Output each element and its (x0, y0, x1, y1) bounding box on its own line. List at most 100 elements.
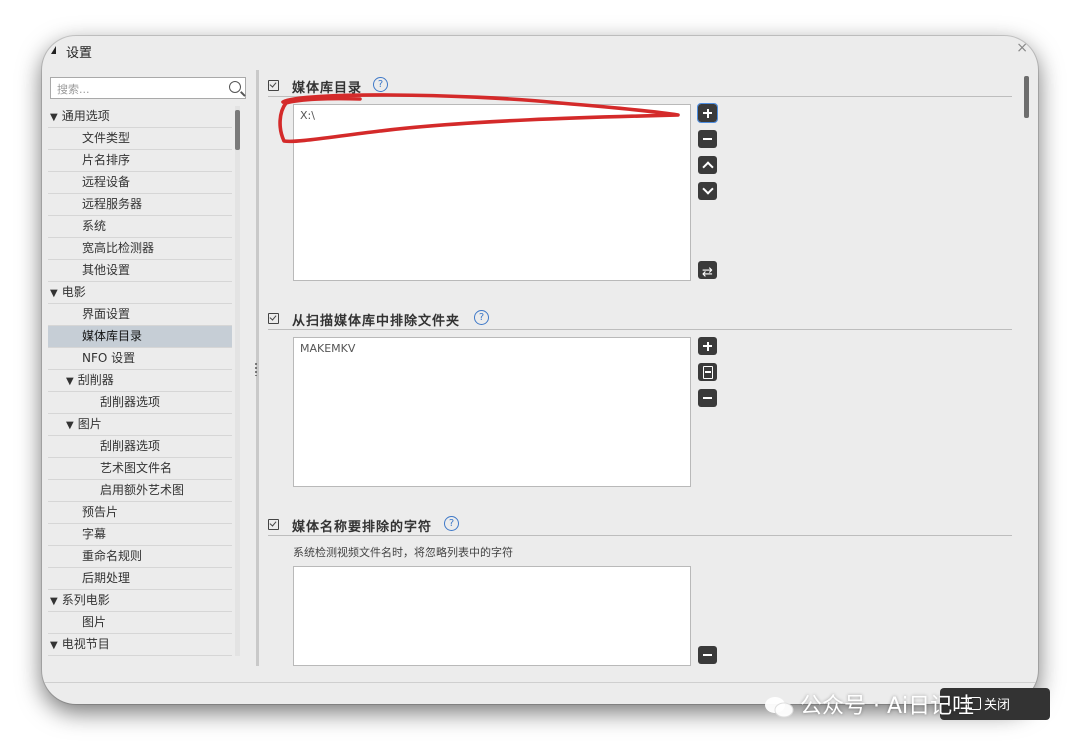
remove-char-button[interactable] (698, 646, 717, 664)
remove-folder-button[interactable] (698, 130, 717, 148)
tree-item[interactable]: 宽高比检测器 (48, 238, 232, 260)
tree-item[interactable]: 界面设置 (48, 304, 232, 326)
add-folder-button[interactable] (697, 103, 718, 123)
expand-triangle-icon[interactable]: ▼ (66, 376, 74, 387)
close-button-label: 关闭 (984, 698, 1011, 713)
wechat-icon (765, 697, 794, 718)
section-header-library: 媒体库目录 ? (268, 76, 1012, 97)
expand-triangle-icon[interactable]: ▼ (50, 288, 58, 299)
tree-item-label: 通用选项 (61, 109, 110, 123)
tree-item-label: 艺术图文件名 (100, 461, 173, 475)
tree-item-label: 系统 (82, 219, 107, 233)
chevron-up-icon (702, 161, 714, 173)
tree-item[interactable]: ▼ 通用选项 (48, 106, 232, 128)
tree-item-label: 启用额外艺术图 (100, 483, 185, 497)
window-title: 设置 (66, 46, 93, 61)
tree-item-label: 远程服务器 (82, 197, 143, 211)
tree-item-label: 字幕 (82, 527, 107, 541)
search-input[interactable] (51, 80, 223, 99)
tree-item-label: 远程设备 (82, 175, 131, 189)
help-icon[interactable]: ? (444, 516, 459, 531)
watermark-text: 公众号 · Ai日记哇 (800, 694, 975, 719)
window-menu-icon[interactable] (51, 46, 56, 54)
tree-item-label: 后期处理 (82, 571, 131, 585)
tree-item[interactable]: 刮削器选项 (48, 436, 232, 458)
expand-triangle-icon[interactable]: ▼ (50, 640, 58, 651)
tree-item[interactable]: 系统 (48, 216, 232, 238)
section-header-chars: 媒体名称要排除的字符 ? (268, 515, 1012, 536)
tree-scrollbar-track[interactable] (235, 106, 240, 656)
tree-item[interactable]: 字幕 (48, 524, 232, 546)
tree-item-label: 片名排序 (82, 153, 131, 167)
tree-item-label: 媒体库目录 (82, 329, 143, 343)
settings-tree: ▼ 通用选项 文件类型 片名排序 远程设备 远程服务器 系统 宽高比检测器 其他设置 ▼ 电影 界面设… (48, 106, 232, 656)
swap-button[interactable]: ⇄ (698, 261, 717, 280)
tree-item[interactable]: ▼ 图片 (48, 414, 232, 436)
tree-item[interactable]: 片名排序 (48, 150, 232, 172)
list-item[interactable]: MAKEMKV (294, 338, 690, 359)
tree-item-label: 重命名规则 (82, 549, 143, 563)
add-from-file-button[interactable] (698, 363, 717, 381)
tree-item-label: 系列电影 (61, 593, 110, 607)
tree-item-label: 刮削器 (77, 373, 114, 387)
tree-item[interactable]: 图片 (48, 612, 232, 634)
tree-item[interactable]: 预告片 (48, 502, 232, 524)
document-icon (703, 366, 713, 379)
splitter-grip-icon[interactable] (255, 362, 257, 376)
tree-item[interactable]: ▼ 刮削器 (48, 370, 232, 392)
section-toggle-checkbox[interactable] (268, 519, 279, 530)
expand-triangle-icon[interactable]: ▼ (50, 112, 58, 123)
section-description: 系统检测视频文件名时，将忽略列表中的字符 (293, 546, 513, 559)
tree-item-label: 其他设置 (82, 263, 131, 277)
tree-item-label: 文件类型 (82, 131, 131, 145)
tree-item[interactable]: 刮削器选项 (48, 392, 232, 414)
list-item[interactable]: X:\ (294, 105, 690, 126)
tree-item[interactable]: 艺术图文件名 (48, 458, 232, 480)
tree-item[interactable]: 文件类型 (48, 128, 232, 150)
move-down-button[interactable] (698, 182, 717, 200)
remove-exclude-button[interactable] (698, 389, 717, 407)
tree-item[interactable]: ▼ 电影 (48, 282, 232, 304)
section-toggle-checkbox[interactable] (268, 313, 279, 324)
tree-item[interactable]: 启用额外艺术图 (48, 480, 232, 502)
tree-item-label: 电影 (61, 285, 86, 299)
main-scrollbar-track[interactable] (1022, 72, 1028, 666)
exclude-chars-list[interactable] (293, 566, 691, 666)
section-title-exclude: 从扫描媒体库中排除文件夹 (292, 314, 461, 329)
library-dir-list[interactable]: X:\ (293, 104, 691, 281)
tree-item-label: NFO 设置 (82, 351, 136, 365)
tree-item[interactable]: ▼ 系列电影 (48, 590, 232, 612)
help-icon[interactable]: ? (474, 310, 489, 325)
tree-item[interactable]: 远程服务器 (48, 194, 232, 216)
main-scrollbar-thumb[interactable] (1024, 76, 1029, 118)
expand-triangle-icon[interactable]: ▼ (50, 596, 58, 607)
tree-item[interactable]: 其他设置 (48, 260, 232, 282)
move-up-button[interactable] (698, 156, 717, 174)
tree-scrollbar-thumb[interactable] (235, 110, 240, 150)
tree-item[interactable]: ▼ 电视节目 (48, 634, 232, 656)
section-header-exclude: 从扫描媒体库中排除文件夹 ? (268, 309, 1012, 330)
chevron-down-icon (702, 183, 714, 195)
search-box (50, 77, 246, 99)
tree-item-label: 刮削器选项 (100, 395, 161, 409)
tree-item[interactable]: 重命名规则 (48, 546, 232, 568)
swap-icon: ⇄ (702, 265, 713, 280)
add-exclude-button[interactable] (698, 337, 717, 355)
tree-item[interactable]: NFO 设置 (48, 348, 232, 370)
expand-triangle-icon[interactable]: ▼ (66, 420, 74, 431)
section-toggle-checkbox[interactable] (268, 80, 279, 91)
tree-item-label: 图片 (82, 615, 107, 629)
close-icon[interactable]: × (1016, 40, 1028, 56)
tree-item-label: 预告片 (82, 505, 119, 519)
help-icon[interactable]: ? (373, 77, 388, 92)
tree-item[interactable]: 后期处理 (48, 568, 232, 590)
title-bar: 设置 × (42, 36, 1038, 66)
footer-divider (42, 682, 1038, 683)
search-icon[interactable] (229, 81, 241, 93)
exclude-folder-list[interactable]: MAKEMKV (293, 337, 691, 487)
tree-item[interactable]: 远程设备 (48, 172, 232, 194)
tree-item-label: 图片 (77, 417, 102, 431)
tree-item[interactable]: 媒体库目录 (48, 326, 232, 348)
tree-item-label: 电视节目 (61, 637, 110, 651)
watermark: 公众号 · Ai日记哇 (764, 688, 974, 728)
